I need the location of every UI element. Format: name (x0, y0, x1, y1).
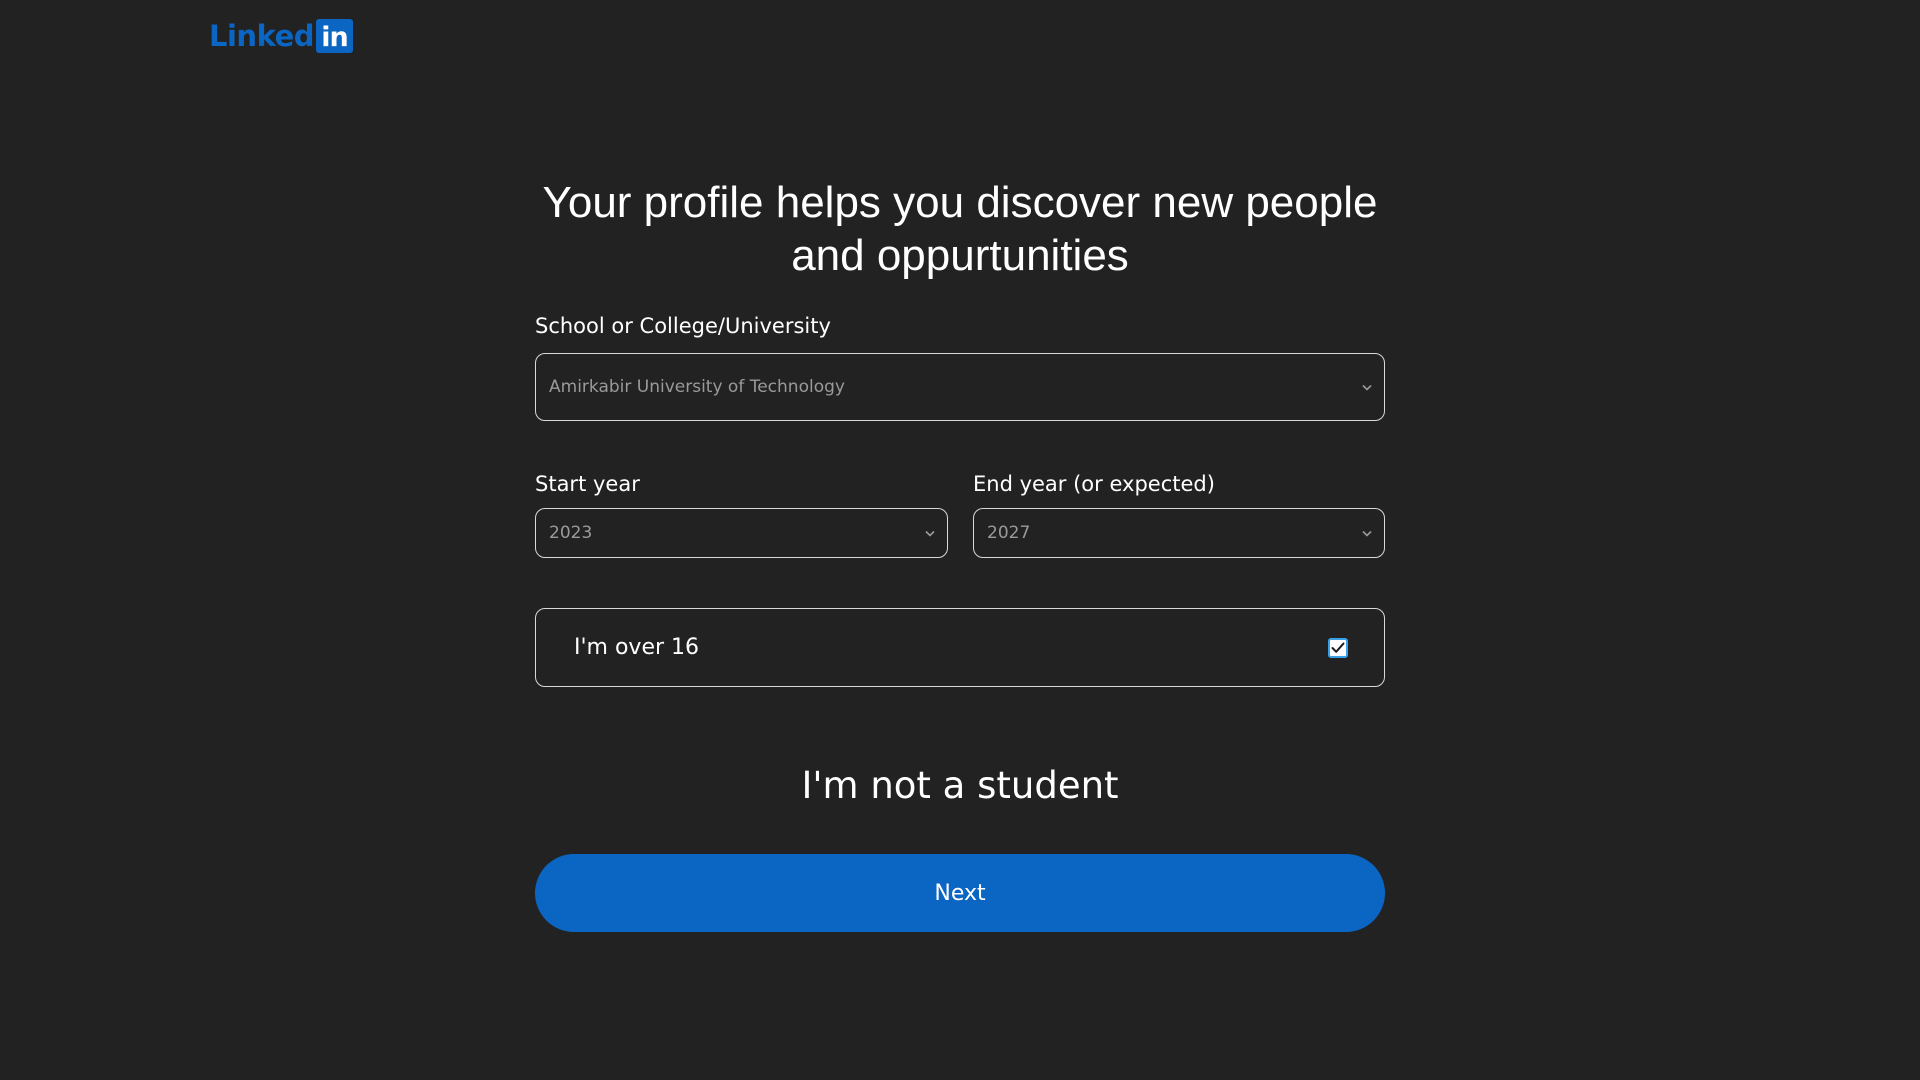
age-checkbox[interactable] (1328, 637, 1348, 658)
logo-in-box: in (316, 19, 353, 53)
end-year-label: End year (or expected) (973, 472, 1215, 496)
school-select-value: Amirkabir University of Technology (549, 377, 845, 397)
end-year-select[interactable]: 2027 (973, 508, 1385, 558)
end-year-select-value: 2027 (987, 523, 1031, 543)
page-title-line-2: and oppurtunities (791, 231, 1129, 280)
chevron-down-icon (919, 530, 941, 537)
age-check-row[interactable]: I'm over 16 (535, 608, 1385, 687)
start-year-select-value: 2023 (549, 523, 593, 543)
chevron-down-icon (1356, 384, 1378, 391)
page-title: Your profile helps you discover new peop… (535, 176, 1385, 282)
start-year-label: Start year (535, 472, 640, 496)
linkedin-logo[interactable]: Linked in (209, 19, 353, 53)
school-select[interactable]: Amirkabir University of Technology (535, 353, 1385, 421)
age-check-label: I'm over 16 (574, 635, 700, 660)
page-title-line-1: Your profile helps you discover new peop… (542, 178, 1378, 227)
not-a-student-link[interactable]: I'm not a student (535, 763, 1385, 809)
school-label: School or College/University (535, 314, 831, 338)
logo-wordmark: Linked (209, 19, 315, 53)
chevron-down-icon (1356, 530, 1378, 537)
signup-education-page: Linked in Your profile helps you discove… (0, 0, 1920, 1080)
start-year-select[interactable]: 2023 (535, 508, 948, 558)
next-button[interactable]: Next (535, 854, 1385, 932)
checkmark-icon (1331, 642, 1345, 653)
